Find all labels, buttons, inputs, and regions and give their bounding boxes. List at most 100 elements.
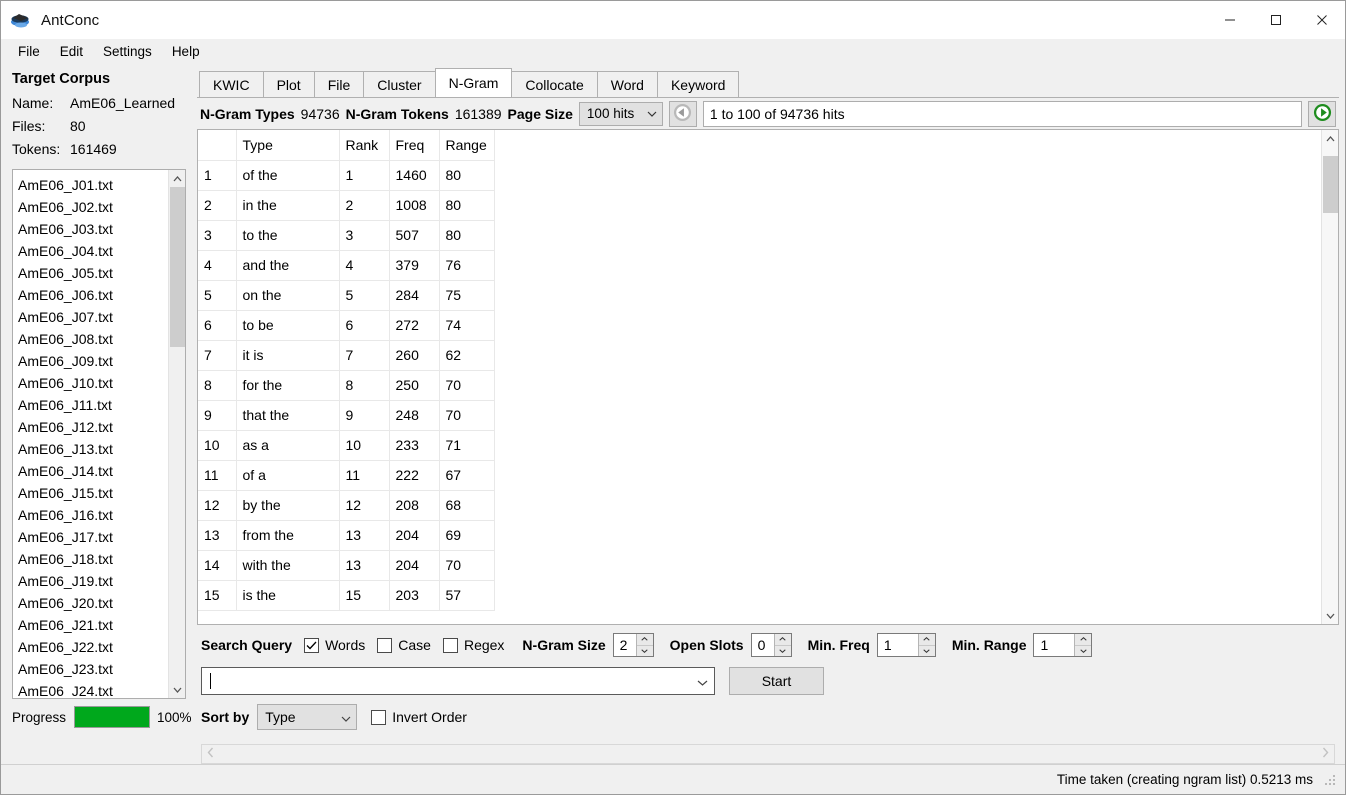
table-row[interactable]: 2 in the 2 1008 80 [198, 190, 495, 221]
table-row[interactable]: 11 of a 11 222 67 [198, 460, 495, 491]
column-header-index[interactable] [198, 130, 237, 161]
invert-order-checkbox[interactable] [371, 709, 387, 725]
hits-range-field[interactable]: 1 to 100 of 94736 hits [702, 100, 1302, 127]
chevron-down-icon[interactable] [697, 673, 708, 689]
case-checkbox[interactable] [377, 637, 393, 653]
regex-checkbox-wrap[interactable]: Regex [442, 637, 504, 653]
table-row[interactable]: 3 to the 3 507 80 [198, 220, 495, 251]
spinner-down-icon[interactable] [637, 646, 653, 657]
column-header-freq[interactable]: Freq [389, 130, 440, 161]
spinner-down-icon[interactable] [775, 646, 791, 657]
min-freq-value[interactable]: 1 [878, 634, 918, 656]
file-list-item[interactable]: AmE06_J07.txt [18, 306, 168, 328]
maximize-button[interactable] [1253, 1, 1299, 39]
minimize-button[interactable] [1207, 1, 1253, 39]
menu-edit[interactable]: Edit [50, 42, 93, 61]
file-list-item[interactable]: AmE06_J18.txt [18, 548, 168, 570]
column-header-rank[interactable]: Rank [339, 130, 390, 161]
table-row[interactable]: 10 as a 10 233 71 [198, 430, 495, 461]
results-scrollbar[interactable] [1321, 130, 1338, 624]
file-list-item[interactable]: AmE06_J02.txt [18, 196, 168, 218]
start-button[interactable]: Start [729, 667, 824, 695]
menu-help[interactable]: Help [162, 42, 210, 61]
table-row[interactable]: 4 and the 4 379 76 [198, 250, 495, 281]
tab-word[interactable]: Word [596, 71, 658, 97]
file-list-item[interactable]: AmE06_J11.txt [18, 394, 168, 416]
resize-grip-icon[interactable] [1323, 773, 1337, 787]
file-list-item[interactable]: AmE06_J06.txt [18, 284, 168, 306]
table-row[interactable]: 13 from the 13 204 69 [198, 520, 495, 551]
ngram-size-stepper[interactable] [635, 634, 653, 657]
table-row[interactable]: 7 it is 7 260 62 [198, 340, 495, 371]
corpus-file-list[interactable]: AmE06_J01.txt AmE06_J02.txt AmE06_J03.txt A… [12, 169, 186, 699]
table-row[interactable]: 15 is the 15 203 57 [198, 580, 495, 611]
min-freq-spinner[interactable]: 1 [876, 633, 936, 657]
file-list-item[interactable]: AmE06_J12.txt [18, 416, 168, 438]
min-range-value[interactable]: 1 [1034, 634, 1074, 656]
file-list-item[interactable]: AmE06_J16.txt [18, 504, 168, 526]
tab-kwic[interactable]: KWIC [199, 71, 264, 97]
ngram-size-value[interactable]: 2 [614, 634, 636, 656]
tab-plot[interactable]: Plot [262, 71, 315, 97]
file-list-item[interactable]: AmE06_J01.txt [18, 174, 168, 196]
table-row[interactable]: 12 by the 12 208 68 [198, 490, 495, 521]
file-list-item[interactable]: AmE06_J22.txt [18, 636, 168, 658]
table-row[interactable]: 6 to be 6 272 74 [198, 310, 495, 341]
file-list-item[interactable]: AmE06_J15.txt [18, 482, 168, 504]
words-checkbox-wrap[interactable]: Words [304, 637, 365, 653]
horizontal-scrollbar[interactable] [201, 744, 1335, 764]
table-row[interactable]: 1 of the 1 1460 80 [198, 160, 495, 191]
menu-settings[interactable]: Settings [93, 42, 162, 61]
table-row[interactable]: 5 on the 5 284 75 [198, 280, 495, 311]
close-button[interactable] [1299, 1, 1345, 39]
file-list-item[interactable]: AmE06_J17.txt [18, 526, 168, 548]
open-slots-stepper[interactable] [773, 634, 791, 657]
invert-order-checkbox-wrap[interactable]: Invert Order [371, 709, 467, 725]
scroll-left-icon[interactable] [207, 747, 214, 761]
menu-file[interactable]: File [8, 42, 50, 61]
file-list-scrollbar[interactable] [168, 170, 185, 698]
file-list-item[interactable]: AmE06_J13.txt [18, 438, 168, 460]
file-list-item[interactable]: AmE06_J03.txt [18, 218, 168, 240]
tab-file[interactable]: File [313, 71, 365, 97]
open-slots-value[interactable]: 0 [752, 634, 774, 656]
sort-by-select[interactable]: Type [257, 704, 358, 730]
previous-page-button[interactable] [668, 100, 697, 127]
corpus-file-list-items[interactable]: AmE06_J01.txt AmE06_J02.txt AmE06_J03.txt A… [13, 170, 168, 698]
file-list-item[interactable]: AmE06_J09.txt [18, 350, 168, 372]
file-list-item[interactable]: AmE06_J21.txt [18, 614, 168, 636]
scroll-right-icon[interactable] [1322, 747, 1329, 761]
open-slots-spinner[interactable]: 0 [750, 633, 792, 657]
spinner-up-icon[interactable] [636, 634, 653, 646]
spinner-up-icon[interactable] [918, 634, 935, 646]
file-list-item[interactable]: AmE06_J05.txt [18, 262, 168, 284]
case-checkbox-wrap[interactable]: Case [377, 637, 431, 653]
results-scroll-up-icon[interactable] [1322, 130, 1339, 147]
ngram-size-spinner[interactable]: 2 [612, 633, 654, 657]
file-list-item[interactable]: AmE06_J08.txt [18, 328, 168, 350]
words-checkbox[interactable] [304, 637, 320, 653]
file-list-scroll-thumb[interactable] [170, 187, 185, 347]
table-row[interactable]: 8 for the 8 250 70 [198, 370, 495, 401]
table-row[interactable]: 9 that the 9 248 70 [198, 400, 495, 431]
file-list-item[interactable]: AmE06_J20.txt [18, 592, 168, 614]
file-list-item[interactable]: AmE06_J10.txt [18, 372, 168, 394]
next-page-button[interactable] [1308, 100, 1336, 127]
min-range-spinner[interactable]: 1 [1033, 633, 1093, 657]
column-header-type[interactable]: Type [236, 130, 340, 161]
file-list-item[interactable]: AmE06_J14.txt [18, 460, 168, 482]
tab-collocate[interactable]: Collocate [511, 71, 598, 97]
spinner-up-icon[interactable] [1075, 634, 1092, 646]
file-list-item[interactable]: AmE06_J23.txt [18, 658, 168, 680]
file-list-item[interactable]: AmE06_J24.txt [18, 680, 168, 698]
search-query-input[interactable] [201, 667, 715, 695]
results-scroll-down-icon[interactable] [1322, 607, 1339, 624]
spinner-up-icon[interactable] [774, 634, 791, 646]
file-list-item[interactable]: AmE06_J19.txt [18, 570, 168, 592]
column-header-range[interactable]: Range [439, 130, 495, 161]
results-scroll-thumb[interactable] [1323, 156, 1338, 213]
min-range-stepper[interactable] [1074, 634, 1092, 656]
tab-cluster[interactable]: Cluster [363, 71, 436, 97]
table-row[interactable]: 14 with the 13 204 70 [198, 550, 495, 581]
file-list-item[interactable]: AmE06_J04.txt [18, 240, 168, 262]
